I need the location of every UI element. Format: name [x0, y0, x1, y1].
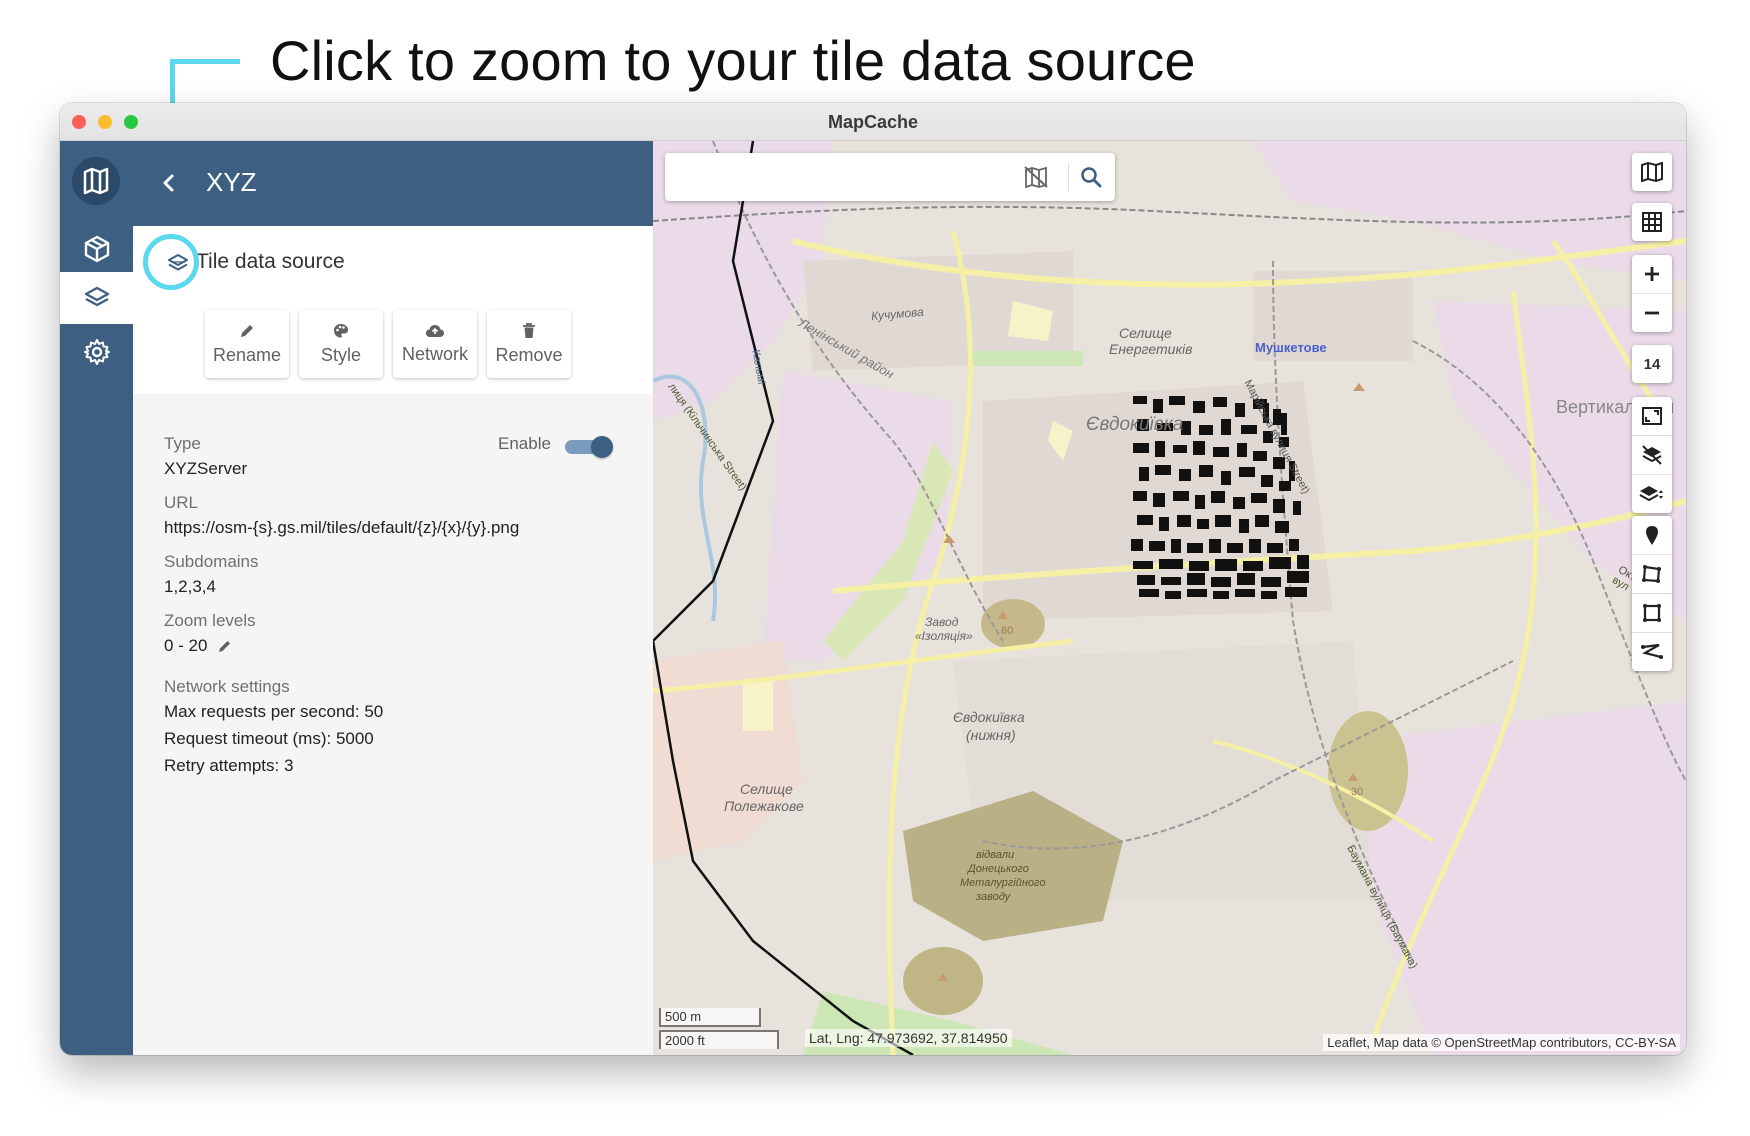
action-buttons: Rename Style Network Remove: [205, 310, 571, 378]
zoom-level-badge: 14: [1632, 345, 1672, 383]
grid-control: [1632, 203, 1672, 241]
pencil-icon: [241, 325, 253, 337]
map-view[interactable]: Кучумова Ленінський район Селище Енергет…: [653, 141, 1686, 1055]
map-attribution: Leaflet, Map data © OpenStreetMap contri…: [1323, 1034, 1680, 1051]
subdomains-value: 1,2,3,4: [164, 577, 216, 596]
cloud-icon: [426, 325, 444, 337]
fit-extent-icon[interactable]: [1632, 397, 1672, 435]
zoom-levels-value: 0 - 20: [164, 636, 208, 655]
timeout-value: Request timeout (ms): 5000: [164, 729, 374, 748]
basemap-map-icon[interactable]: [1632, 153, 1672, 191]
map-label-dump-3: Металургійного: [960, 877, 1046, 889]
marker-icon[interactable]: [1632, 516, 1672, 554]
map-tiles: [653, 141, 1686, 1055]
map-label-energetikiv-2: Енергетиків: [1109, 341, 1193, 357]
edit-zoom-icon[interactable]: [217, 638, 233, 654]
map-label-height-60: 60: [1001, 625, 1014, 637]
remove-button[interactable]: Remove: [487, 310, 571, 378]
source-type-label: Tile data source: [196, 250, 345, 273]
source-card: Tile data source Rename Style Network Re…: [133, 226, 653, 394]
retry-value: Retry attempts: 3: [164, 756, 294, 775]
polyline-icon[interactable]: [1632, 632, 1672, 671]
zoom-levels-label: Zoom levels: [164, 611, 256, 630]
remove-label: Remove: [495, 345, 563, 365]
layer-tools-control: [1632, 397, 1672, 513]
map-search-bar: [665, 153, 1115, 201]
scale-imperial: 2000 ft: [659, 1030, 779, 1049]
hide-layers-icon[interactable]: [1632, 435, 1672, 474]
enable-toggle[interactable]: [565, 436, 613, 458]
type-value: XYZServer: [164, 459, 248, 478]
map-label-dump-1: відвали: [976, 849, 1015, 861]
map-label-yevdokiivka: Євдокиївка: [1086, 414, 1184, 435]
network-settings-label: Network settings: [164, 677, 290, 696]
max-requests-value: Max requests per second: 50: [164, 702, 384, 721]
titlebar: MapCache: [60, 103, 1686, 141]
app-logo-icon[interactable]: [72, 157, 120, 205]
map-label-polezhakove-1: Селище: [740, 781, 793, 797]
network-button[interactable]: Network: [393, 310, 477, 378]
map-label-energetikiv-1: Селище: [1119, 325, 1172, 341]
latlng-readout: Lat, Lng: 47.973692, 37.814950: [805, 1029, 1012, 1047]
url-label: URL: [164, 493, 199, 512]
app-window: MapCache XYZ Tile data source Rename Sty…: [60, 103, 1686, 1055]
zoom-level-value: 14: [1643, 355, 1661, 373]
polygon-icon[interactable]: [1632, 554, 1672, 593]
annotation-caption: Click to zoom to your tile data source: [270, 29, 1196, 92]
rename-label: Rename: [212, 345, 282, 365]
map-label-yevdokiivka-nyzhnia-2: (нижня): [966, 727, 1016, 743]
drawing-tools-control: [1632, 516, 1672, 671]
callout-highlight-ring: [143, 234, 199, 290]
style-button[interactable]: Style: [299, 310, 383, 378]
scale-metric: 500 m: [659, 1008, 761, 1027]
back-button[interactable]: [155, 169, 183, 197]
map-label-zavod-2: «Ізоляція»: [915, 629, 973, 643]
palette-icon: [334, 324, 348, 338]
map-label-yevdokiivka-nyzhnia-1: Євдокиївка: [953, 709, 1025, 725]
map-label-height-30: 30: [1351, 786, 1364, 798]
enable-label: Enable: [498, 434, 551, 453]
cube-icon: [84, 235, 109, 263]
url-value: https://osm-{s}.gs.mil/tiles/default/{z}…: [164, 518, 520, 537]
zoom-levels-row: 0 - 20: [164, 636, 233, 656]
geopackages-nav-button[interactable]: [60, 223, 133, 275]
data-sources-nav-button[interactable]: [60, 272, 133, 324]
settings-nav-button[interactable]: [60, 326, 133, 378]
chevron-left-icon: [163, 174, 174, 192]
subdomains-label: Subdomains: [164, 552, 259, 571]
basemap-control: [1632, 153, 1672, 191]
map-label-polezhakove-2: Полежакове: [724, 798, 804, 814]
map-label-dump-2: Донецького: [968, 863, 1029, 875]
panel-header: XYZ: [133, 141, 653, 226]
map-label-mushketove: Мушкетове: [1255, 340, 1327, 355]
zoom-in-button[interactable]: [1632, 255, 1672, 293]
search-icon[interactable]: [1077, 163, 1105, 191]
zoom-out-button[interactable]: [1632, 293, 1672, 332]
map-label-zavod-1: Завод: [925, 615, 959, 629]
map-search-input[interactable]: [675, 163, 979, 193]
search-divider: [1068, 163, 1069, 191]
layer-order-icon[interactable]: [1632, 474, 1672, 513]
rectangle-icon[interactable]: [1632, 593, 1672, 632]
grid-icon[interactable]: [1632, 203, 1672, 241]
rename-button[interactable]: Rename: [205, 310, 289, 378]
network-label: Network: [401, 344, 468, 364]
window-title: MapCache: [827, 112, 919, 132]
data-source-panel: XYZ Tile data source Rename Style Networ…: [133, 141, 653, 1055]
map-label-dump-4: заводу: [976, 891, 1011, 903]
panel-title: XYZ: [206, 167, 257, 197]
map-no-location-icon[interactable]: [1022, 163, 1050, 191]
toggle-knob: [591, 436, 613, 458]
trash-icon: [523, 323, 535, 338]
minus-icon: [1645, 311, 1659, 315]
zoom-control: [1632, 255, 1672, 332]
layers-icon: [84, 286, 109, 307]
nav-rail: [60, 141, 133, 1055]
callout-line-horizontal: [170, 59, 240, 64]
gear-icon: [83, 339, 110, 365]
plus-icon: [1645, 267, 1659, 281]
type-label: Type: [164, 434, 201, 453]
style-label: Style: [320, 345, 362, 365]
